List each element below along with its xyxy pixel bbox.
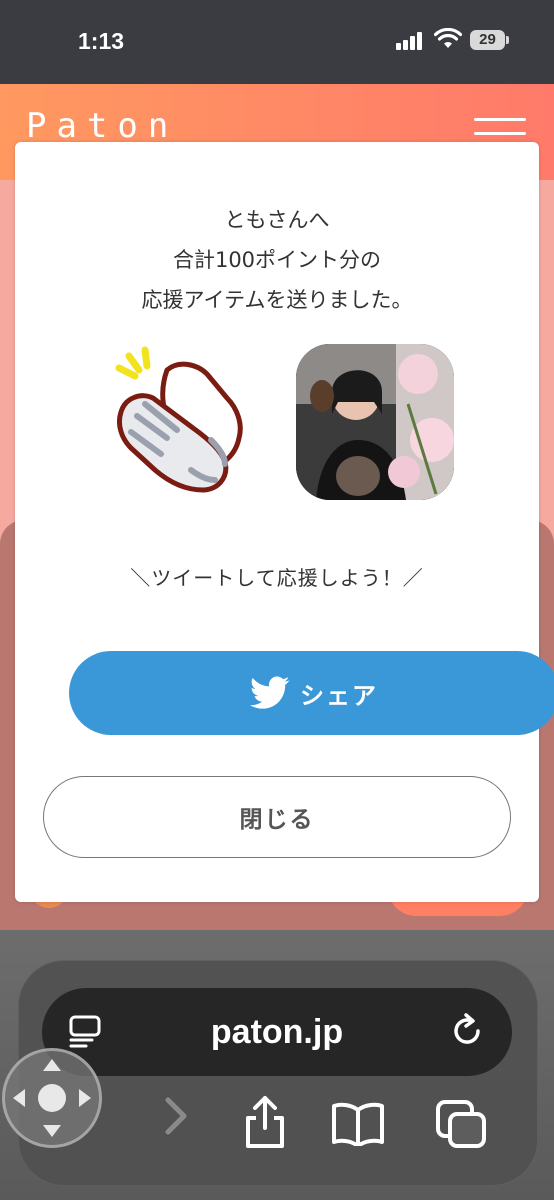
forward-icon[interactable]	[160, 1094, 190, 1138]
dpad-icon	[13, 1059, 91, 1137]
message-line-points: 合計100ポイント分の	[172, 248, 382, 272]
share-button[interactable]: シェア	[69, 651, 554, 735]
battery-level: 29	[470, 30, 505, 50]
assistive-touch-button[interactable]	[2, 1048, 102, 1148]
tabs-icon[interactable]	[434, 1098, 488, 1150]
cellular-signal-icon	[396, 32, 426, 50]
twitter-bird-icon	[250, 676, 290, 709]
message-line-recipient: ともさんへ	[224, 208, 330, 232]
status-time: 1:13	[78, 28, 125, 54]
share-label: シェア	[300, 681, 378, 710]
close-button[interactable]: 閉じる	[43, 776, 511, 858]
share-icon[interactable]	[242, 1094, 288, 1150]
modal-message: ともさんへ 合計100ポイント分の 応援アイテムを送りました。	[15, 200, 539, 320]
support-sent-modal: ともさんへ 合計100ポイント分の 応援アイテムを送りました。 ＼ツイートして応…	[15, 142, 554, 902]
clapping-hands-icon	[115, 346, 243, 493]
battery-icon: 29	[470, 30, 509, 50]
bookmarks-icon[interactable]	[330, 1102, 386, 1146]
url-text: paton.jp	[210, 1013, 344, 1051]
hamburger-icon[interactable]	[474, 118, 526, 138]
address-bar[interactable]: paton.jp	[42, 988, 512, 1076]
wifi-icon	[434, 28, 462, 48]
status-bar: 1:13 29	[0, 0, 554, 84]
tweet-prompt: ＼ツイートして応援しよう！／	[130, 566, 424, 590]
brand-logo: Paton	[26, 106, 179, 146]
message-line-sent: 応援アイテムを送りました。	[141, 288, 413, 312]
reload-icon[interactable]	[448, 1012, 486, 1050]
recipient-avatar	[296, 344, 454, 500]
